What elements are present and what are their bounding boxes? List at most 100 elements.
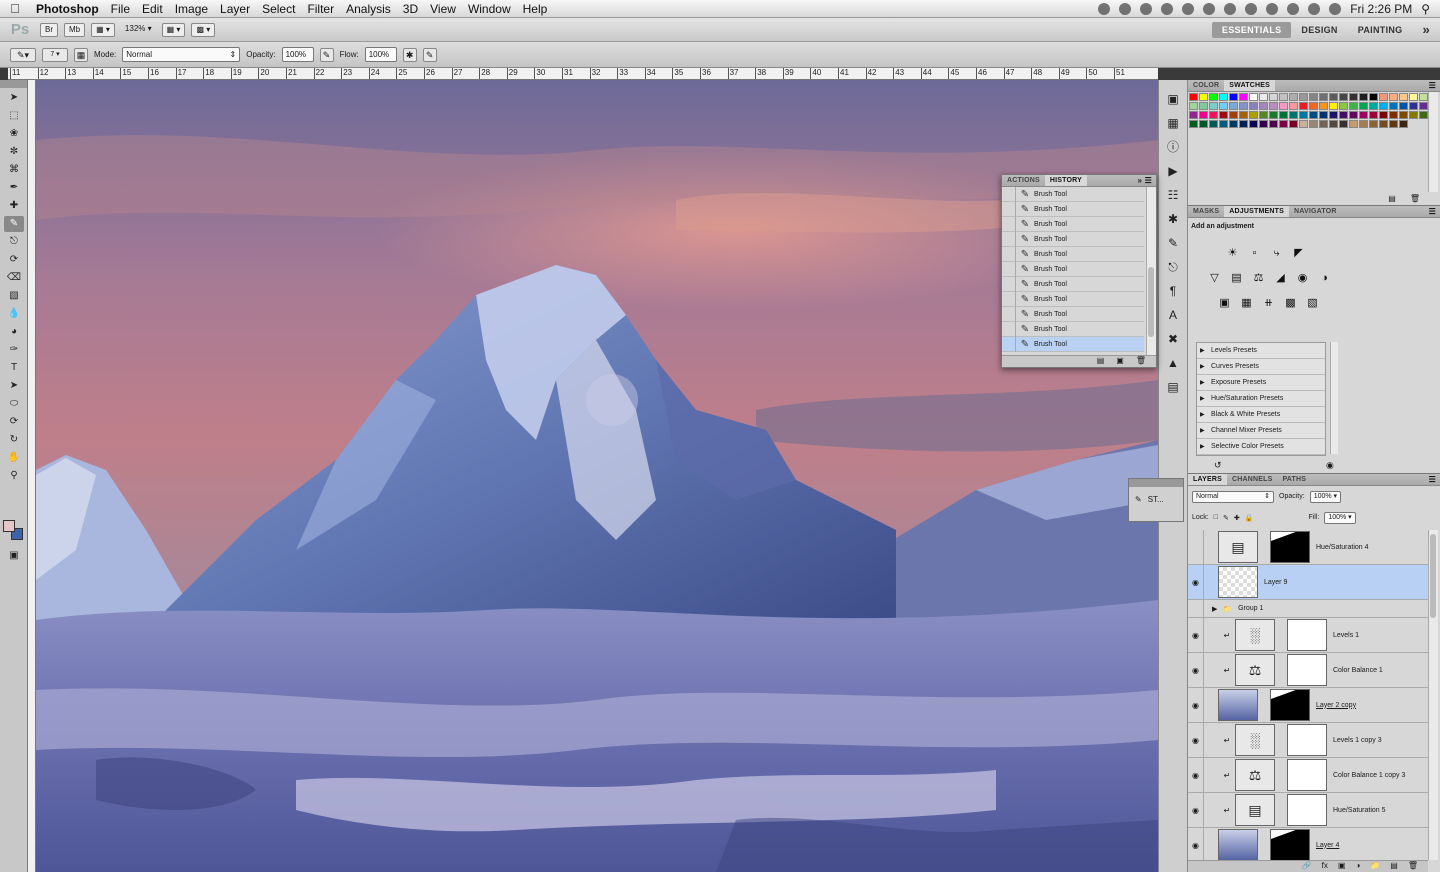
styles-panel-header[interactable] [1129, 479, 1183, 487]
black-white-icon[interactable]: ◢ [1272, 270, 1289, 287]
color-swatch[interactable] [1239, 102, 1248, 110]
visibility-eye-icon[interactable] [1188, 600, 1204, 617]
color-swatch[interactable] [1269, 93, 1278, 101]
dodge-tool-icon[interactable]: ◕ [4, 324, 24, 340]
horizontal-ruler[interactable]: 11 12 13 14 15 16 17 18 19 20 21 22 23 24 25 26 27 28 29 30… [8, 68, 1158, 80]
color-swatch[interactable] [1229, 93, 1238, 101]
history-state-row[interactable]: ✎ Brush Tool [1002, 291, 1144, 307]
color-swatch[interactable] [1309, 102, 1318, 110]
menu-image[interactable]: Image [169, 2, 214, 16]
layer-row[interactable]: ▤ Hue/Saturation 4 [1188, 530, 1428, 565]
blend-mode-select[interactable]: Normal ⇕ [1192, 490, 1274, 503]
workspace-painting[interactable]: PAINTING [1348, 25, 1413, 35]
app-tray-icon[interactable] [1119, 2, 1132, 15]
color-swatch[interactable] [1279, 120, 1288, 128]
color-swatch[interactable] [1309, 120, 1318, 128]
layer-row[interactable]: ◉ ↵ ⚖ Color Balance 1 [1188, 653, 1428, 688]
color-swatch[interactable] [1319, 120, 1328, 128]
color-swatch[interactable] [1209, 120, 1218, 128]
hand-tool-icon[interactable]: ✋ [4, 450, 24, 466]
tab-history[interactable]: HISTORY [1044, 175, 1088, 186]
view-extras-button[interactable]: ▦ ▾ [91, 22, 115, 37]
color-swatch[interactable] [1409, 93, 1418, 101]
paragraph-icon[interactable]: ¶ [1164, 282, 1182, 300]
layer-mask-thumbnail[interactable] [1287, 794, 1327, 826]
bluetooth-icon[interactable] [1266, 2, 1279, 15]
photo-filter-icon[interactable]: ◉ [1294, 270, 1311, 287]
3d-rotate-tool-icon[interactable]: ⟳ [4, 414, 24, 430]
history-source-checkbox[interactable] [1002, 261, 1016, 277]
color-balance-icon[interactable]: ⚖ [1250, 270, 1267, 287]
group-expand-icon[interactable]: ▶ [1212, 605, 1217, 613]
color-swatch[interactable] [1199, 120, 1208, 128]
color-swatch[interactable] [1299, 120, 1308, 128]
layer-row[interactable]: ◉ Layer 2 copy [1188, 688, 1428, 723]
zoom-tool-icon[interactable]: ⚲ [4, 468, 24, 484]
battery-icon[interactable] [1245, 2, 1258, 15]
layer-name[interactable]: Levels 1 copy 3 [1333, 737, 1382, 744]
history-state-row[interactable]: ✎ Brush Tool [1002, 246, 1144, 262]
layer-row[interactable]: ◉ ↵ ░ Levels 1 copy 3 [1188, 723, 1428, 758]
menu-file[interactable]: File [105, 2, 136, 16]
color-swatch[interactable] [1339, 120, 1348, 128]
color-swatch[interactable] [1369, 111, 1378, 119]
layer-style-icon[interactable]: fx [1322, 861, 1328, 872]
gear-icon[interactable] [1203, 2, 1216, 15]
history-source-checkbox[interactable] [1002, 231, 1016, 247]
link-layers-icon[interactable]: 🔗 [1302, 861, 1312, 872]
tab-actions[interactable]: ACTIONS [1002, 175, 1045, 186]
color-swatch[interactable] [1409, 111, 1418, 119]
clone-source-icon[interactable]: ⎋ [1164, 258, 1182, 276]
crop-tool-icon[interactable]: ⌘ [4, 162, 24, 178]
move-tool-icon[interactable]: ➤ [4, 90, 24, 106]
layer-name[interactable]: Color Balance 1 [1333, 667, 1383, 674]
color-swatch[interactable] [1269, 102, 1278, 110]
layer-mask-thumbnail[interactable] [1287, 654, 1327, 686]
type-tool-icon[interactable]: T [4, 360, 24, 376]
add-mask-icon[interactable]: ▣ [1338, 861, 1346, 872]
layer-row[interactable]: ◉ ↵ ▤ Hue/Saturation 5 [1188, 793, 1428, 828]
selective-color-icon[interactable]: ▧ [1304, 295, 1321, 312]
quick-mask-icon[interactable]: ▣ [4, 548, 24, 564]
channel-mixer-icon[interactable]: ◑ [1316, 270, 1333, 287]
actions-icon[interactable]: ▶ [1164, 162, 1182, 180]
color-swatch[interactable] [1259, 120, 1268, 128]
color-swatch[interactable] [1199, 93, 1208, 101]
new-layer-icon[interactable]: ▤ [1390, 861, 1398, 872]
mini-bridge-icon[interactable]: ▣ [1164, 90, 1182, 108]
visibility-eye-icon[interactable]: ◉ [1188, 758, 1204, 792]
tab-swatches[interactable]: SWATCHES [1224, 80, 1276, 91]
pen-tool-icon[interactable]: ✑ [4, 342, 24, 358]
clip-to-layer-icon[interactable]: ◉ [1326, 460, 1334, 471]
dropbox-icon[interactable] [1161, 2, 1174, 15]
swatches-menu-icon[interactable]: ☰ [1425, 80, 1440, 91]
new-group-icon[interactable]: 📁 [1370, 861, 1380, 872]
brush-size-picker[interactable]: 7 ▾ [42, 47, 68, 62]
menu-3d[interactable]: 3D [397, 2, 424, 16]
delete-layer-icon[interactable]: 🗑 [1408, 861, 1418, 872]
document-canvas[interactable] [36, 80, 1158, 872]
eyedropper-tool-icon[interactable]: ✒ [4, 180, 24, 196]
color-swatch[interactable] [1309, 111, 1318, 119]
wifi-icon[interactable] [1287, 2, 1300, 15]
airbrush-icon[interactable]: ✱ [402, 47, 417, 62]
color-swatch[interactable] [1399, 93, 1408, 101]
menu-filter[interactable]: Filter [301, 2, 340, 16]
color-swatch[interactable] [1199, 102, 1208, 110]
history-state-row[interactable]: ✎ Brush Tool [1002, 216, 1144, 232]
color-swatch[interactable] [1419, 93, 1428, 101]
color-swatch[interactable] [1209, 111, 1218, 119]
tab-layers[interactable]: LAYERS [1188, 474, 1227, 485]
color-swatch[interactable] [1369, 120, 1378, 128]
adjustment-preset-item[interactable]: Black & White Presets [1197, 407, 1325, 423]
color-swatch[interactable] [1329, 120, 1338, 128]
layer-mask-thumbnail[interactable] [1287, 724, 1327, 756]
color-swatch[interactable] [1279, 93, 1288, 101]
color-swatch[interactable] [1389, 93, 1398, 101]
path-selection-tool-icon[interactable]: ➤ [4, 378, 24, 394]
workspace-essentials[interactable]: ESSENTIALS [1211, 21, 1292, 38]
color-swatch[interactable] [1249, 102, 1258, 110]
color-swatch[interactable] [1379, 111, 1388, 119]
color-swatch[interactable] [1219, 120, 1228, 128]
history-source-checkbox[interactable] [1002, 321, 1016, 337]
